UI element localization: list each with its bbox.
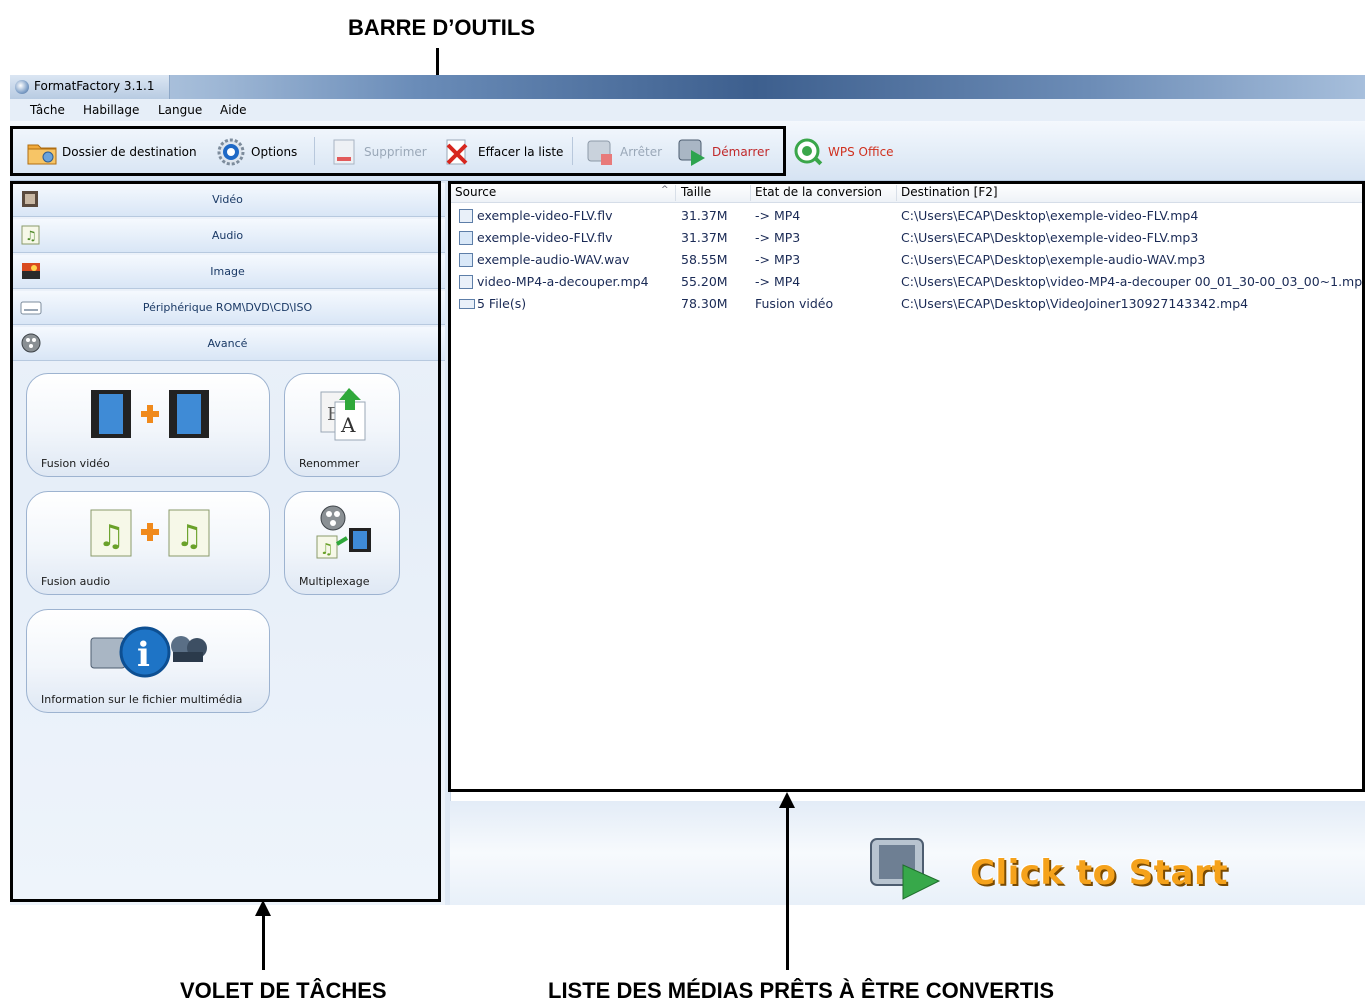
title-bar: FormatFactory 3.1.1	[10, 75, 1365, 99]
menu-bar: Tâche Habillage Langue Aide	[10, 99, 1365, 121]
wps-office-button[interactable]: WPS Office	[792, 136, 894, 168]
click-to-start-button[interactable]: Click to Start	[970, 853, 1228, 893]
highlight-task-pane	[10, 181, 441, 902]
menu-habillage[interactable]: Habillage	[83, 103, 139, 117]
app-icon	[15, 80, 29, 94]
annotation-media-list: LISTE DES MÉDIAS PRÊTS À ÊTRE CONVERTIS	[548, 978, 1055, 1003]
highlight-toolbar	[10, 126, 786, 176]
start-banner-icon[interactable]	[865, 831, 945, 901]
start-area: Click to Start	[450, 801, 1365, 905]
annotation-arrow-media-list	[786, 806, 789, 970]
annotation-arrow-task-pane	[262, 914, 265, 970]
annotation-task-pane: VOLET DE TÂCHES	[180, 978, 387, 1003]
window-title: FormatFactory 3.1.1	[34, 79, 155, 93]
figure: BARRE D’OUTILS FormatFactory 3.1.1 Tâche…	[0, 0, 1365, 1008]
annotation-toolbar: BARRE D’OUTILS	[348, 15, 535, 40]
wps-office-label: WPS Office	[828, 145, 894, 159]
wps-icon	[792, 137, 824, 167]
title-tab: FormatFactory 3.1.1	[10, 75, 170, 99]
menu-tache[interactable]: Tâche	[30, 103, 65, 117]
menu-aide[interactable]: Aide	[220, 103, 247, 117]
highlight-media-list	[448, 181, 1365, 792]
menu-langue[interactable]: Langue	[158, 103, 202, 117]
